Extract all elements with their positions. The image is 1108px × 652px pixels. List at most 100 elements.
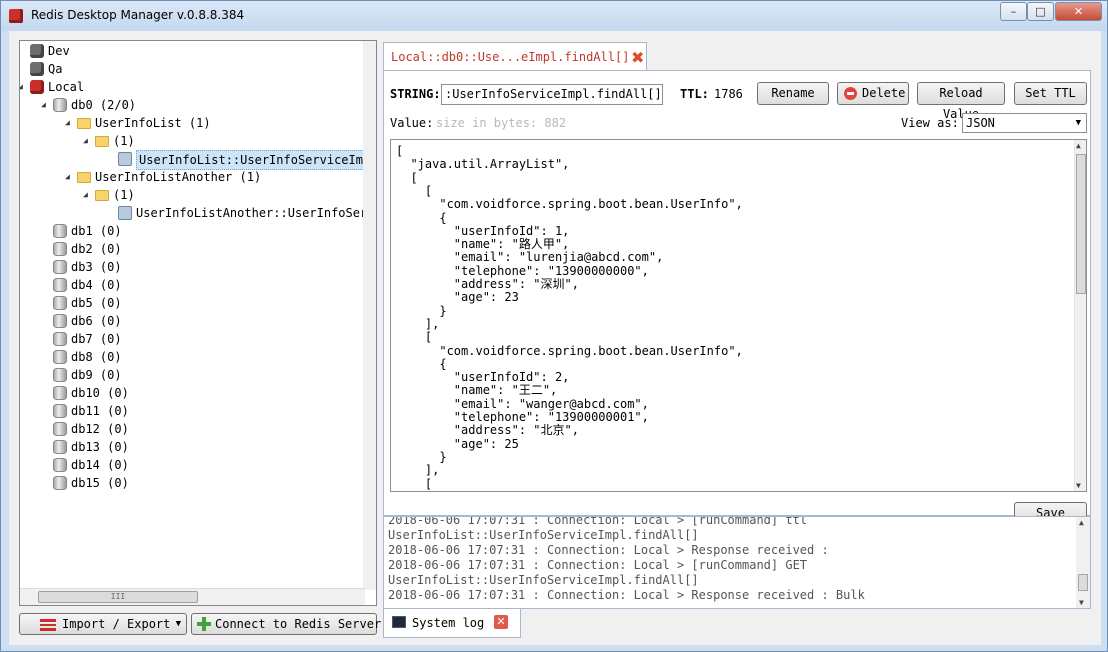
- tree-folder-userinfolistanother[interactable]: ◢ UserInfoListAnother (1): [65, 168, 365, 186]
- database-icon: [53, 404, 67, 418]
- scroll-up-icon[interactable]: ▲: [1076, 141, 1081, 150]
- tree-server-local[interactable]: ◢ Local: [20, 78, 365, 96]
- tree-db-db12[interactable]: db12 (0): [41, 420, 365, 438]
- log-scroll-thumb[interactable]: [1078, 574, 1088, 591]
- connection-tree[interactable]: DevQa◢Local◢db0 (2/0)◢UserInfoList (1)◢(…: [19, 40, 377, 606]
- scroll-up-icon[interactable]: ▲: [1079, 518, 1084, 527]
- tree-subfolder[interactable]: ◢ (1): [83, 132, 365, 150]
- tree-db-db0[interactable]: ◢ db0 (2/0): [41, 96, 365, 114]
- log-scrollbar[interactable]: ▲ ▼: [1076, 517, 1090, 608]
- tree-db-db8[interactable]: db8 (0): [41, 348, 365, 366]
- scroll-down-icon[interactable]: ▼: [1076, 481, 1081, 490]
- folder-icon: [77, 118, 91, 129]
- database-icon: [53, 98, 67, 112]
- minimize-button[interactable]: –: [1000, 2, 1027, 21]
- value-line: "com.voidforce.spring.boot.bean.UserInfo…: [396, 197, 743, 212]
- set-ttl-button[interactable]: Set TTL: [1014, 82, 1087, 105]
- connect-server-label: Connect to Redis Server: [215, 617, 382, 631]
- value-line: "userInfoId": 2,: [396, 370, 570, 385]
- database-icon: [53, 350, 67, 364]
- tree-db-db3[interactable]: db3 (0): [41, 258, 365, 276]
- tree-subfolder[interactable]: ◢ (1): [83, 186, 365, 204]
- tree-db-db15[interactable]: db15 (0): [41, 474, 365, 492]
- tree-horizontal-scrollbar[interactable]: III: [20, 588, 365, 605]
- database-icon: [53, 242, 67, 256]
- rename-button[interactable]: Rename: [757, 82, 829, 105]
- database-icon: [53, 278, 67, 292]
- tree-db-db9[interactable]: db9 (0): [41, 366, 365, 384]
- close-window-button[interactable]: ✕: [1055, 2, 1102, 21]
- value-line: "java.util.ArrayList",: [396, 157, 570, 172]
- view-as-value: JSON: [966, 116, 995, 130]
- plus-icon: [197, 617, 211, 631]
- expand-arrow-icon[interactable]: ◢: [65, 168, 77, 186]
- tree-item-label: UserInfoListAnother::UserInfoServiceImpl…: [136, 206, 376, 220]
- tree-key-userinfolistanother[interactable]: UserInfoListAnother::UserInfoServiceImpl…: [106, 204, 376, 222]
- delete-button[interactable]: Delete: [837, 82, 909, 105]
- chevron-down-icon: ▼: [175, 619, 181, 629]
- expand-arrow-icon[interactable]: ◢: [20, 78, 30, 96]
- value-scrollbar[interactable]: ▲ ▼: [1074, 140, 1086, 491]
- tree-db-db1[interactable]: db1 (0): [41, 222, 365, 240]
- value-line: "com.voidforce.spring.boot.bean.UserInfo…: [396, 343, 743, 358]
- tree-key-userinfolist[interactable]: UserInfoList::UserInfoServiceImpl.findAl…: [106, 150, 376, 170]
- tree-db-db4[interactable]: db4 (0): [41, 276, 365, 294]
- tree-db-db6[interactable]: db6 (0): [41, 312, 365, 330]
- tree-item-label: db15 (0): [71, 476, 129, 490]
- database-icon: [53, 458, 67, 472]
- tree-item-label: db13 (0): [71, 440, 129, 454]
- reload-value-button[interactable]: Reload Value: [917, 82, 1005, 121]
- tree-vertical-scrollbar[interactable]: [363, 41, 376, 590]
- client-area: DevQa◢Local◢db0 (2/0)◢UserInfoList (1)◢(…: [9, 31, 1101, 645]
- maximize-button[interactable]: □: [1027, 2, 1054, 21]
- tree-db-db14[interactable]: db14 (0): [41, 456, 365, 474]
- value-line: "name": "路人甲",: [396, 237, 570, 252]
- value-label: Value:: [390, 116, 434, 130]
- expand-arrow-icon[interactable]: ◢: [65, 114, 77, 132]
- view-as-dropdown[interactable]: JSON ▼: [962, 113, 1087, 133]
- tree-item-label: db5 (0): [71, 296, 122, 310]
- connect-server-button[interactable]: Connect to Redis Server: [191, 613, 381, 635]
- database-icon: [53, 476, 67, 490]
- tree-server-dev[interactable]: Dev: [20, 42, 365, 60]
- value-size-hint: size in bytes: 882: [436, 116, 567, 130]
- tree-item-label: db3 (0): [71, 260, 122, 274]
- tree-item-label: db6 (0): [71, 314, 122, 328]
- tab-system-log[interactable]: System log ✕: [383, 609, 521, 638]
- system-log-panel[interactable]: 2018-06-06 17:07:31 : Connection: Local …: [383, 516, 1091, 609]
- value-line: {: [396, 356, 447, 371]
- value-scroll-thumb[interactable]: [1076, 154, 1086, 294]
- value-editor[interactable]: [ "java.util.ArrayList", [ [ "com.voidfo…: [390, 139, 1087, 492]
- tree-db-db10[interactable]: db10 (0): [41, 384, 365, 402]
- tree-item-label: db4 (0): [71, 278, 122, 292]
- tree-db-db2[interactable]: db2 (0): [41, 240, 365, 258]
- expand-arrow-icon[interactable]: ◢: [83, 186, 95, 204]
- close-log-tab-icon[interactable]: ✕: [494, 615, 508, 629]
- tree-item-label: (1): [113, 188, 135, 202]
- key-name-field[interactable]: :UserInfoServiceImpl.findAll[]: [441, 84, 663, 105]
- tree-item-label: db1 (0): [71, 224, 122, 238]
- tree-scroll-thumb[interactable]: III: [38, 591, 198, 603]
- database-icon: [53, 440, 67, 454]
- tree-db-db13[interactable]: db13 (0): [41, 438, 365, 456]
- import-export-button[interactable]: Import / Export ▼: [19, 613, 187, 635]
- tree-item-label: (1): [113, 134, 135, 148]
- tree-item-label: db8 (0): [71, 350, 122, 364]
- tab-key[interactable]: Local::db0::Use...eImpl.findAll[] ✖: [383, 42, 647, 71]
- tree-db-db5[interactable]: db5 (0): [41, 294, 365, 312]
- tree-folder-userinfolist[interactable]: ◢ UserInfoList (1): [65, 114, 365, 132]
- value-line: "email": "wanger@abcd.com",: [396, 396, 649, 411]
- tree-db-db7[interactable]: db7 (0): [41, 330, 365, 348]
- database-icon: [53, 332, 67, 346]
- tree-db-db11[interactable]: db11 (0): [41, 402, 365, 420]
- expand-arrow-icon[interactable]: ◢: [41, 96, 53, 114]
- close-tab-icon[interactable]: ✖: [631, 48, 644, 67]
- title-bar[interactable]: Redis Desktop Manager v.0.8.8.384 – □ ✕: [1, 1, 1107, 31]
- database-icon: [53, 224, 67, 238]
- tree-server-qa[interactable]: Qa: [20, 60, 365, 78]
- scroll-down-icon[interactable]: ▼: [1079, 598, 1084, 607]
- value-line: [: [396, 144, 404, 158]
- expand-arrow-icon[interactable]: ◢: [83, 132, 95, 150]
- system-log-label: System log: [412, 616, 485, 630]
- value-line: "age": 23: [396, 290, 519, 305]
